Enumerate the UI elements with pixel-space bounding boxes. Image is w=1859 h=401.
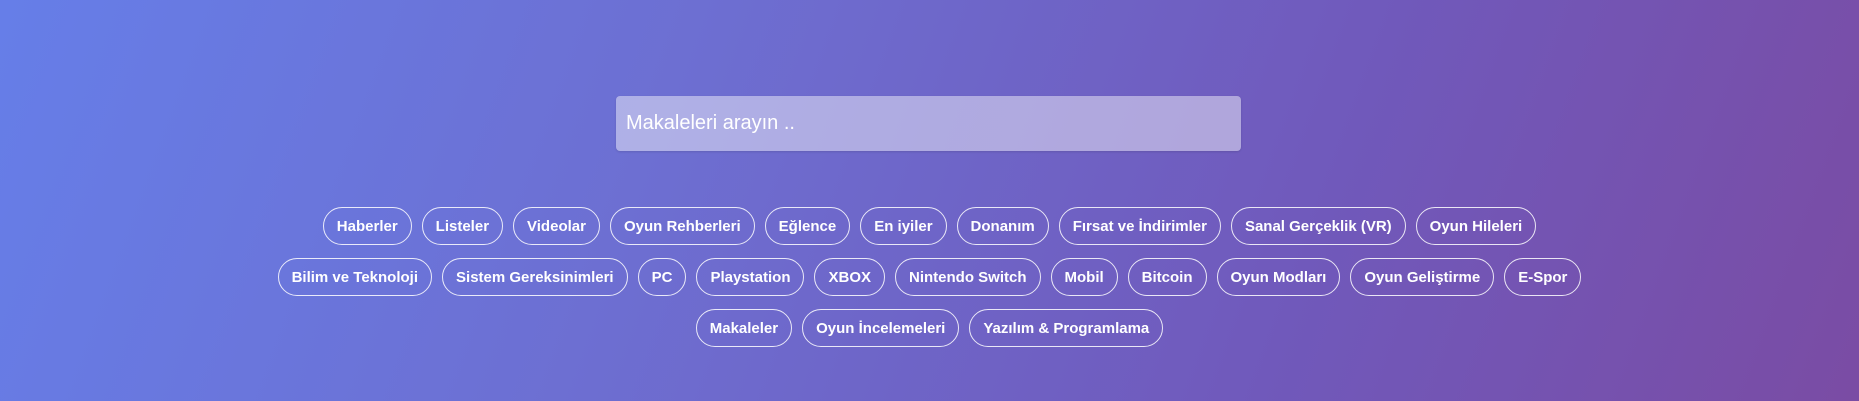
tag-row: Haberler Listeler Videolar Oyun Rehberle… xyxy=(0,207,1859,245)
tag-oyun-modlari[interactable]: Oyun Modları xyxy=(1216,258,1341,296)
tag-sanal-gerceklik[interactable]: Sanal Gerçeklik (VR) xyxy=(1230,207,1406,245)
category-tags: Haberler Listeler Videolar Oyun Rehberle… xyxy=(0,207,1859,360)
tag-nintendo-switch[interactable]: Nintendo Switch xyxy=(895,258,1041,296)
tag-makaleler[interactable]: Makaleler xyxy=(695,309,793,347)
tag-oyun-gelistirme[interactable]: Oyun Geliştirme xyxy=(1350,258,1495,296)
tag-donanim[interactable]: Donanım xyxy=(956,207,1049,245)
tag-e-spor[interactable]: E-Spor xyxy=(1504,258,1582,296)
tag-haberler[interactable]: Haberler xyxy=(322,207,412,245)
tag-listeler[interactable]: Listeler xyxy=(421,207,504,245)
tag-oyun-rehberleri[interactable]: Oyun Rehberleri xyxy=(609,207,755,245)
tag-firsat-ve-indirimler[interactable]: Fırsat ve İndirimler xyxy=(1058,207,1221,245)
tag-yazilim-programlama[interactable]: Yazılım & Programlama xyxy=(969,309,1164,347)
tag-eglence[interactable]: Eğlence xyxy=(764,207,851,245)
search-bar xyxy=(616,96,1241,151)
tag-oyun-incelemeleri[interactable]: Oyun İncelemeleri xyxy=(802,309,960,347)
tag-pc[interactable]: PC xyxy=(637,258,687,296)
tag-videolar[interactable]: Videolar xyxy=(513,207,600,245)
tag-mobil[interactable]: Mobil xyxy=(1050,258,1118,296)
tag-sistem-gereksinimleri[interactable]: Sistem Gereksinimleri xyxy=(442,258,628,296)
search-input[interactable] xyxy=(616,96,1241,151)
tag-row: Bilim ve Teknoloji Sistem Gereksinimleri… xyxy=(0,258,1859,296)
tag-bitcoin[interactable]: Bitcoin xyxy=(1127,258,1207,296)
tag-row: Makaleler Oyun İncelemeleri Yazılım & Pr… xyxy=(0,309,1859,347)
tag-en-iyiler[interactable]: En iyiler xyxy=(860,207,947,245)
tag-bilim-ve-teknoloji[interactable]: Bilim ve Teknoloji xyxy=(277,258,433,296)
tag-oyun-hileleri[interactable]: Oyun Hileleri xyxy=(1415,207,1537,245)
tag-playstation[interactable]: Playstation xyxy=(696,258,805,296)
tag-xbox[interactable]: XBOX xyxy=(814,258,885,296)
